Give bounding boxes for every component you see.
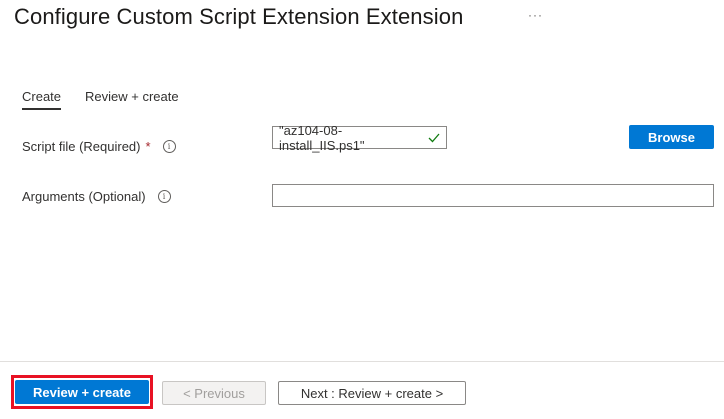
tab-bar: Create Review + create [22,89,179,110]
arguments-label: Arguments (Optional) [22,189,146,204]
arguments-input[interactable] [272,184,714,207]
script-file-input[interactable]: "az104-08-install_IIS.ps1" [272,123,447,153]
next-review-create-button[interactable]: Next : Review + create > [278,381,466,405]
more-options-icon[interactable]: ··· [528,8,543,22]
required-star: * [145,139,151,154]
checkmark-icon [428,133,440,143]
info-icon[interactable]: i [162,140,176,153]
review-create-button[interactable]: Review + create [15,380,149,404]
footer-divider [0,361,724,362]
browse-button[interactable]: Browse [629,125,714,149]
script-file-value: "az104-08-install_IIS.ps1" [279,122,365,153]
tab-create[interactable]: Create [22,89,62,110]
info-icon[interactable]: i [157,190,171,203]
tab-review-create[interactable]: Review + create [85,89,179,110]
arguments-label-row: Arguments (Optional) i [22,189,171,204]
previous-button[interactable]: < Previous [162,381,266,405]
script-file-label-row: Script file (Required) * i [22,139,176,154]
script-file-label: Script file (Required) [22,139,141,154]
page-title: Configure Custom Script Extension Extens… [14,4,464,29]
